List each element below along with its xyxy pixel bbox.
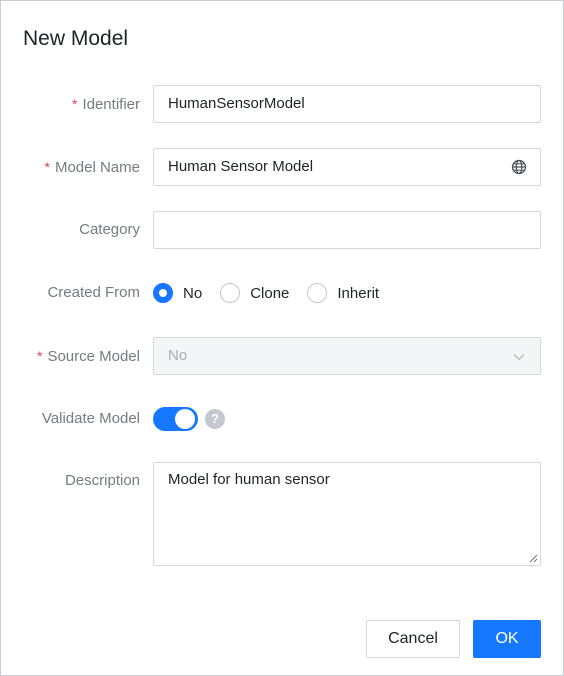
radio-inherit-circle[interactable] (307, 283, 328, 303)
category-label: Category (79, 221, 140, 238)
radio-clone-label: Clone (250, 284, 290, 302)
validate-model-label: Validate Model (41, 410, 140, 427)
source-model-select[interactable]: No (153, 337, 541, 375)
required-mark: * (44, 159, 50, 175)
radio-inherit-label: Inherit (337, 284, 380, 302)
source-model-row: * Source Model No (1, 337, 564, 375)
description-value: Model for human sensor (168, 471, 330, 488)
created-from-label: Created From (47, 284, 140, 301)
identifier-input[interactable]: HumanSensorModel (153, 85, 541, 123)
chevron-down-icon (513, 354, 525, 361)
cancel-button[interactable]: Cancel (366, 620, 460, 658)
radio-no[interactable]: No (153, 283, 202, 303)
description-textarea[interactable]: Model for human sensor (153, 462, 541, 566)
globe-icon[interactable] (511, 159, 527, 175)
radio-inherit[interactable]: Inherit (307, 283, 379, 303)
model-name-input[interactable]: Human Sensor Model (153, 148, 541, 186)
ok-button[interactable]: OK (473, 620, 541, 658)
identifier-label: * Identifier (72, 96, 140, 113)
dialog-title: New Model (23, 27, 129, 50)
validate-model-toggle[interactable] (153, 407, 198, 431)
created-from-radio-group: No Clone Inherit (153, 274, 397, 312)
category-row: Category (1, 211, 564, 249)
radio-no-label: No (183, 284, 203, 302)
source-model-value: No (168, 347, 188, 364)
resize-handle-icon[interactable] (528, 553, 538, 563)
radio-clone-circle[interactable] (220, 283, 241, 303)
radio-clone[interactable]: Clone (220, 283, 289, 303)
help-icon[interactable]: ? (205, 409, 225, 429)
radio-no-circle[interactable] (153, 283, 173, 303)
source-model-label: * Source Model (36, 348, 140, 365)
category-input[interactable] (153, 211, 541, 249)
validate-model-row: Validate Model ? (1, 400, 564, 438)
new-model-dialog: New Model * Identifier HumanSensorModel *… (0, 0, 564, 676)
model-name-row: * Model Name Human Sensor Model (1, 148, 564, 186)
model-name-label: * Model Name (44, 159, 141, 176)
created-from-row: Created From No Clone Inherit (1, 274, 564, 312)
required-mark: * (72, 96, 78, 112)
toggle-knob (175, 409, 195, 429)
model-name-value: Human Sensor Model (168, 158, 314, 175)
description-row: Description Model for human sensor (1, 462, 564, 566)
required-mark: * (36, 348, 43, 364)
identifier-row: * Identifier HumanSensorModel (1, 85, 564, 123)
description-label: Description (64, 472, 140, 489)
